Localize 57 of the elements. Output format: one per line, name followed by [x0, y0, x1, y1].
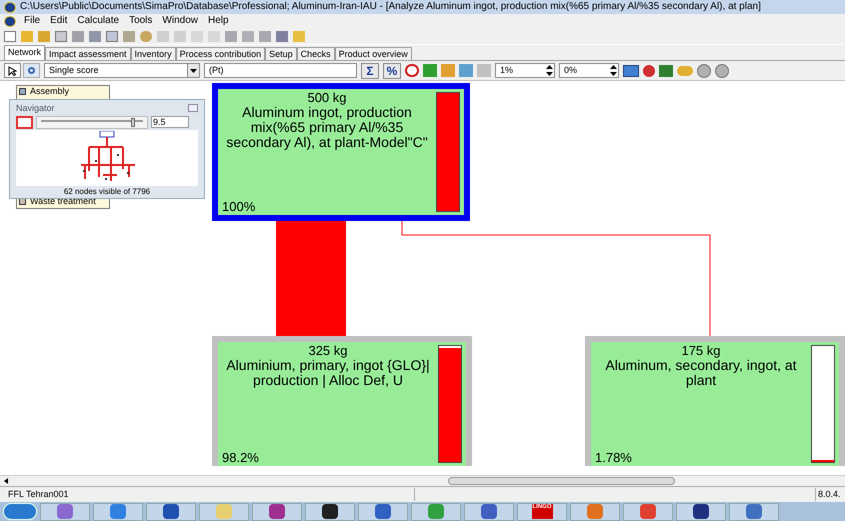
nodes-count-text: 62 nodes visible of 7796: [62, 186, 152, 198]
percent-text: 100%: [222, 200, 256, 213]
sum-button[interactable]: Σ: [361, 62, 379, 78]
process-name: Aluminium, primary, ingot {GLO}| production | Alloc Def, U: [225, 358, 431, 388]
fit-view-icon[interactable]: [16, 116, 33, 128]
tab[interactable]: Network: [4, 45, 46, 60]
tab[interactable]: Process contribution: [176, 47, 266, 60]
process-name: Aluminum, secondary, ingot, at plant: [604, 358, 798, 388]
app-logo-icon: [4, 2, 16, 12]
indicator-dropdown[interactable]: Single score: [44, 63, 200, 78]
taskbar-button[interactable]: [146, 502, 196, 520]
amount-text: 500 kg: [306, 90, 348, 105]
zoom-slider[interactable]: [36, 116, 148, 128]
tab[interactable]: Product overview: [334, 47, 412, 60]
pointer-icon[interactable]: [4, 63, 21, 78]
zoom-icon[interactable]: [23, 63, 40, 78]
tab[interactable]: Inventory: [130, 47, 176, 60]
percent-text: 1.78%: [595, 451, 632, 464]
close-icon[interactable]: [188, 104, 198, 112]
taskbar-button[interactable]: [676, 502, 726, 520]
window-title: C:\Users\Public\Documents\SimaPro\Database\Professional; Aluminum-Iran-IAU - [Analyze Aluminum ingot, production mix(%65 primary Al/%35 secondary Al), at plan]: [20, 2, 761, 12]
dropdown-caret-icon: [187, 64, 199, 77]
menu-item[interactable]: Edit: [50, 16, 68, 26]
process-name: Aluminum ingot, production mix(%65 primary Al/%35 secondary Al), at plant-Model"C": [225, 105, 429, 150]
amount-text: 325 kg: [307, 343, 349, 358]
legend-item: Assembly: [19, 87, 70, 96]
gauge-icon[interactable]: [405, 64, 419, 77]
process-node[interactable]: 175 kg Aluminum, secondary, ingot, at plant 1.78%: [585, 336, 845, 466]
cutoff-field[interactable]: 1%: [495, 63, 555, 78]
taskbar-button[interactable]: [305, 502, 355, 520]
amount-text: 175 kg: [680, 343, 722, 358]
cutoff-field[interactable]: 0%: [559, 63, 619, 78]
tab[interactable]: Impact assessment: [45, 47, 131, 60]
menu-item[interactable]: Calculate: [77, 16, 120, 26]
start-button[interactable]: [3, 503, 37, 520]
tab[interactable]: Checks: [296, 47, 335, 60]
percent-text: 98.2%: [222, 451, 259, 464]
scrollbar-thumb[interactable]: [448, 477, 675, 485]
menu-item[interactable]: Help: [208, 16, 229, 26]
tab[interactable]: Setup: [265, 47, 297, 60]
menu-item[interactable]: Window: [162, 16, 198, 26]
spinner-icon: [610, 65, 617, 76]
menu-item[interactable]: File: [24, 16, 40, 26]
panel-title: Navigator: [16, 104, 55, 112]
process-node[interactable]: 500 kg Aluminum ingot, production mix(%65 primary Al/%35 secondary Al), at plant-Model"C" 100%: [212, 83, 470, 221]
unit-field: (Pt): [204, 63, 357, 78]
zoom-field[interactable]: 9.5: [151, 116, 189, 128]
spinner-icon: [546, 65, 553, 76]
back-icon[interactable]: [697, 64, 711, 78]
process-node[interactable]: 325 kg Aluminium, primary, ingot {GLO}| production | Alloc Def, U 98.2%: [212, 336, 472, 466]
app-logo-icon: [4, 16, 16, 26]
status-text: FFL Tehran001: [0, 488, 415, 502]
scroll-left-icon[interactable]: [4, 478, 8, 484]
forward-icon[interactable]: [715, 64, 729, 78]
percent-button[interactable]: %: [383, 62, 401, 78]
menu-item[interactable]: Tools: [129, 16, 152, 26]
version-text: 8.0.4.: [815, 488, 845, 502]
